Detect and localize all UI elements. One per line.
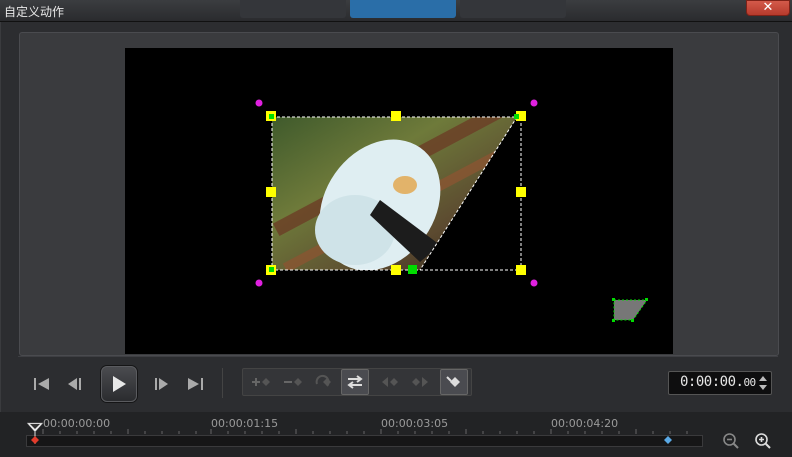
- skip-to-end-icon[interactable]: [184, 374, 206, 394]
- next-keyframe-icon[interactable]: [407, 369, 435, 395]
- remove-keyframe-icon[interactable]: [277, 369, 305, 395]
- zoom-in-icon[interactable]: [753, 431, 773, 451]
- play-button[interactable]: [101, 366, 137, 402]
- close-button[interactable]: ✕: [746, 0, 790, 16]
- step-forward-icon[interactable]: [150, 374, 172, 394]
- previous-keyframe-icon[interactable]: [375, 369, 403, 395]
- preview-canvas[interactable]: [125, 48, 673, 354]
- swap-keyframes-icon[interactable]: [341, 369, 369, 395]
- add-keyframe-icon[interactable]: [245, 369, 273, 395]
- reverse-keyframe-icon[interactable]: [309, 369, 337, 395]
- step-back-icon[interactable]: [64, 374, 86, 394]
- background-tab: [460, 0, 566, 18]
- play-icon: [113, 376, 126, 392]
- keyframe-marker-end[interactable]: [664, 436, 672, 444]
- timecode-frames: 00: [743, 376, 756, 389]
- background-tabs: [240, 0, 570, 18]
- timeline-markers: [26, 422, 672, 444]
- background-tab-active: [350, 0, 456, 18]
- title-bar: 自定义动作 ✕: [0, 0, 792, 22]
- timecode-display: 0:00:00.00: [680, 374, 756, 390]
- zoom-out-icon[interactable]: [721, 431, 741, 451]
- timecode-value: 0:00:00.: [680, 374, 744, 390]
- timecode-stepper[interactable]: [757, 373, 769, 393]
- divider: [222, 368, 223, 398]
- skip-to-start-icon[interactable]: [31, 374, 53, 394]
- fill-keyframe-icon[interactable]: [440, 369, 468, 395]
- window-title: 自定义动作: [4, 5, 65, 19]
- background-tab: [240, 0, 346, 18]
- keyframe-marker-current[interactable]: [31, 436, 39, 444]
